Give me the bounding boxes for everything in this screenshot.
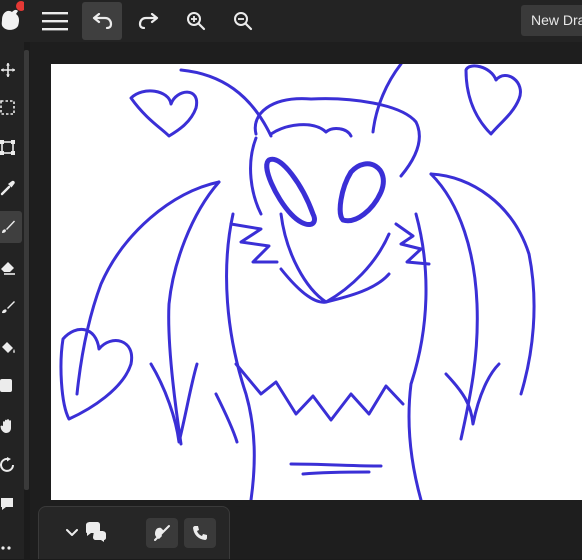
phone-icon [193, 526, 207, 540]
fill-tool[interactable] [0, 331, 22, 363]
call-button[interactable] [184, 518, 216, 548]
eyedropper-icon [0, 180, 15, 196]
tool-scrollbar[interactable] [24, 50, 29, 490]
tool-sidebar [0, 42, 24, 559]
rectangle-icon [0, 379, 12, 392]
voice-off-icon [154, 525, 170, 541]
paint-bucket-icon [2, 342, 15, 353]
zoom-in-icon [187, 12, 206, 31]
new-drawing-button[interactable]: New Drawing [521, 5, 582, 36]
redo-button[interactable] [129, 2, 169, 40]
comment-tool[interactable] [0, 488, 22, 520]
move-icon [1, 63, 15, 77]
top-toolbar: New Drawing [0, 0, 582, 42]
more-tools[interactable] [0, 528, 22, 560]
notification-dot [16, 1, 26, 11]
zoom-out-button[interactable] [223, 2, 263, 40]
brush-tool[interactable] [0, 211, 22, 243]
select-tool[interactable] [0, 92, 22, 124]
hand-tool[interactable] [0, 410, 22, 442]
transform-icon [0, 140, 15, 155]
bottom-panel [38, 506, 230, 559]
transform-tool[interactable] [0, 132, 22, 164]
voice-off-button[interactable] [146, 518, 178, 548]
rotate-icon [0, 457, 14, 472]
chat-button[interactable] [83, 520, 109, 544]
undo-icon [92, 13, 113, 29]
zoom-out-icon [234, 12, 253, 31]
sketch-drawing [59, 64, 536, 500]
app-logo[interactable] [0, 0, 26, 40]
undo-button[interactable] [82, 2, 122, 40]
redo-icon [138, 13, 159, 29]
chat-bubbles-icon [86, 522, 106, 542]
chevron-down-icon [66, 529, 78, 536]
collapse-button[interactable] [61, 523, 83, 543]
menu-button[interactable] [35, 2, 75, 40]
eraser-icon [1, 262, 15, 275]
drawing-canvas[interactable] [51, 64, 582, 500]
marquee-select-icon [0, 100, 15, 115]
hamburger-icon [42, 12, 68, 31]
hand-icon [0, 419, 11, 433]
zoom-in-button[interactable] [176, 2, 216, 40]
move-tool[interactable] [0, 54, 22, 86]
eyedropper-tool[interactable] [0, 172, 22, 204]
rotate-tool[interactable] [0, 449, 22, 481]
smudge-tool[interactable] [0, 291, 22, 323]
smudge-brush-icon [2, 301, 15, 314]
more-icon [1, 546, 11, 550]
speech-bubble-icon [1, 498, 13, 510]
eraser-tool[interactable] [0, 251, 22, 283]
brush-icon [2, 220, 15, 233]
shape-tool[interactable] [0, 370, 22, 402]
